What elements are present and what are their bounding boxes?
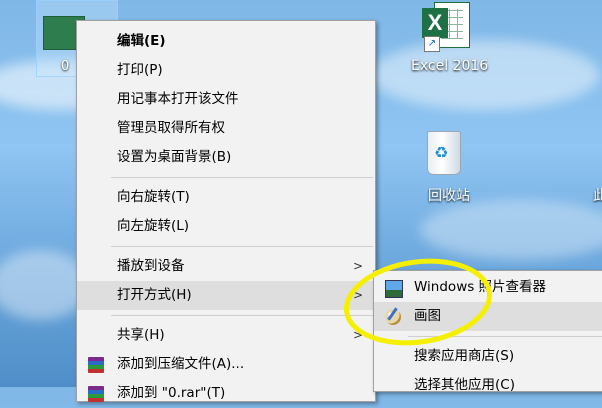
photo-viewer-icon: [385, 280, 403, 298]
submenu-item-label: 画图: [414, 308, 441, 324]
menu-item-label: 播放到设备: [117, 258, 185, 274]
menu-item-open-with[interactable]: 打开方式(H) >: [77, 281, 375, 310]
menu-item-label: 打开方式(H): [117, 287, 192, 303]
menu-item-set-desktop-background[interactable]: 设置为桌面背景(B): [77, 143, 375, 172]
menu-item-share[interactable]: 共享(H) >: [77, 321, 375, 350]
menu-item-rotate-left[interactable]: 向左旋转(L): [77, 212, 375, 241]
desktop-icon-label-partial[interactable]: 此: [593, 185, 602, 205]
winrar-icon: [88, 386, 104, 402]
menu-item-rotate-right[interactable]: 向右旋转(T): [77, 183, 375, 212]
menu-item-open-with-notepad[interactable]: 用记事本打开该文件: [77, 85, 375, 114]
menu-item-label: 添加到压缩文件(A)...: [117, 356, 245, 372]
menu-item-label: 编辑(E): [117, 33, 166, 49]
menu-item-edit[interactable]: 编辑(E): [77, 27, 375, 56]
excel-x-icon: X: [422, 8, 448, 38]
menu-item-label: 用记事本打开该文件: [117, 91, 239, 107]
submenu-item-paint[interactable]: 画图: [374, 302, 602, 331]
submenu-item-windows-photo-viewer[interactable]: Windows 照片查看器: [374, 273, 602, 302]
menu-item-label: 共享(H): [117, 327, 165, 343]
excel-shortcut-icon[interactable]: X ↗: [420, 2, 472, 52]
chevron-right-icon: >: [352, 328, 363, 342]
cloud: [420, 200, 602, 260]
recycle-bin-label[interactable]: 回收站: [428, 185, 470, 205]
menu-separator: [111, 315, 373, 316]
paint-icon: [385, 309, 401, 325]
menu-item-label: 打印(P): [117, 62, 163, 78]
chevron-right-icon: >: [352, 259, 363, 273]
chevron-right-icon: >: [352, 288, 363, 302]
menu-item-label: 添加到 "0.rar"(T): [117, 385, 226, 401]
cloud: [370, 40, 600, 110]
menu-item-label: 向左旋转(L): [117, 218, 190, 234]
menu-item-label: 管理员取得所有权: [117, 120, 225, 136]
menu-item-label: 向右旋转(T): [117, 189, 190, 205]
submenu-item-label: Windows 照片查看器: [414, 279, 547, 295]
desktop-file-label: 0: [61, 59, 70, 74]
shortcut-arrow-icon: ↗: [424, 36, 440, 52]
submenu-item-label: 搜索应用商店(S): [414, 348, 515, 364]
recycle-bin-icon[interactable]: ♻: [425, 125, 461, 175]
menu-separator: [111, 246, 373, 247]
winrar-icon: [88, 357, 104, 373]
submenu-item-label: 选择其他应用(C): [414, 377, 515, 393]
submenu-item-search-store[interactable]: 搜索应用商店(S): [374, 342, 602, 371]
submenu-item-choose-other-app[interactable]: 选择其他应用(C): [374, 371, 602, 400]
menu-item-label: 设置为桌面背景(B): [117, 149, 232, 165]
menu-separator: [408, 336, 602, 337]
recycle-symbol-icon: ♻: [434, 143, 449, 162]
menu-item-add-to-rar[interactable]: 添加到 "0.rar"(T): [77, 379, 375, 408]
menu-item-take-ownership[interactable]: 管理员取得所有权: [77, 114, 375, 143]
menu-item-cast-to-device[interactable]: 播放到设备 >: [77, 252, 375, 281]
menu-separator: [111, 177, 373, 178]
open-with-submenu: Windows 照片查看器 画图 搜索应用商店(S) 选择其他应用(C): [373, 270, 602, 393]
menu-item-add-to-archive[interactable]: 添加到压缩文件(A)...: [77, 350, 375, 379]
menu-item-print[interactable]: 打印(P): [77, 56, 375, 85]
context-menu: 编辑(E) 打印(P) 用记事本打开该文件 管理员取得所有权 设置为桌面背景(B…: [76, 20, 376, 402]
excel-shortcut-label[interactable]: Excel 2016: [411, 58, 488, 74]
